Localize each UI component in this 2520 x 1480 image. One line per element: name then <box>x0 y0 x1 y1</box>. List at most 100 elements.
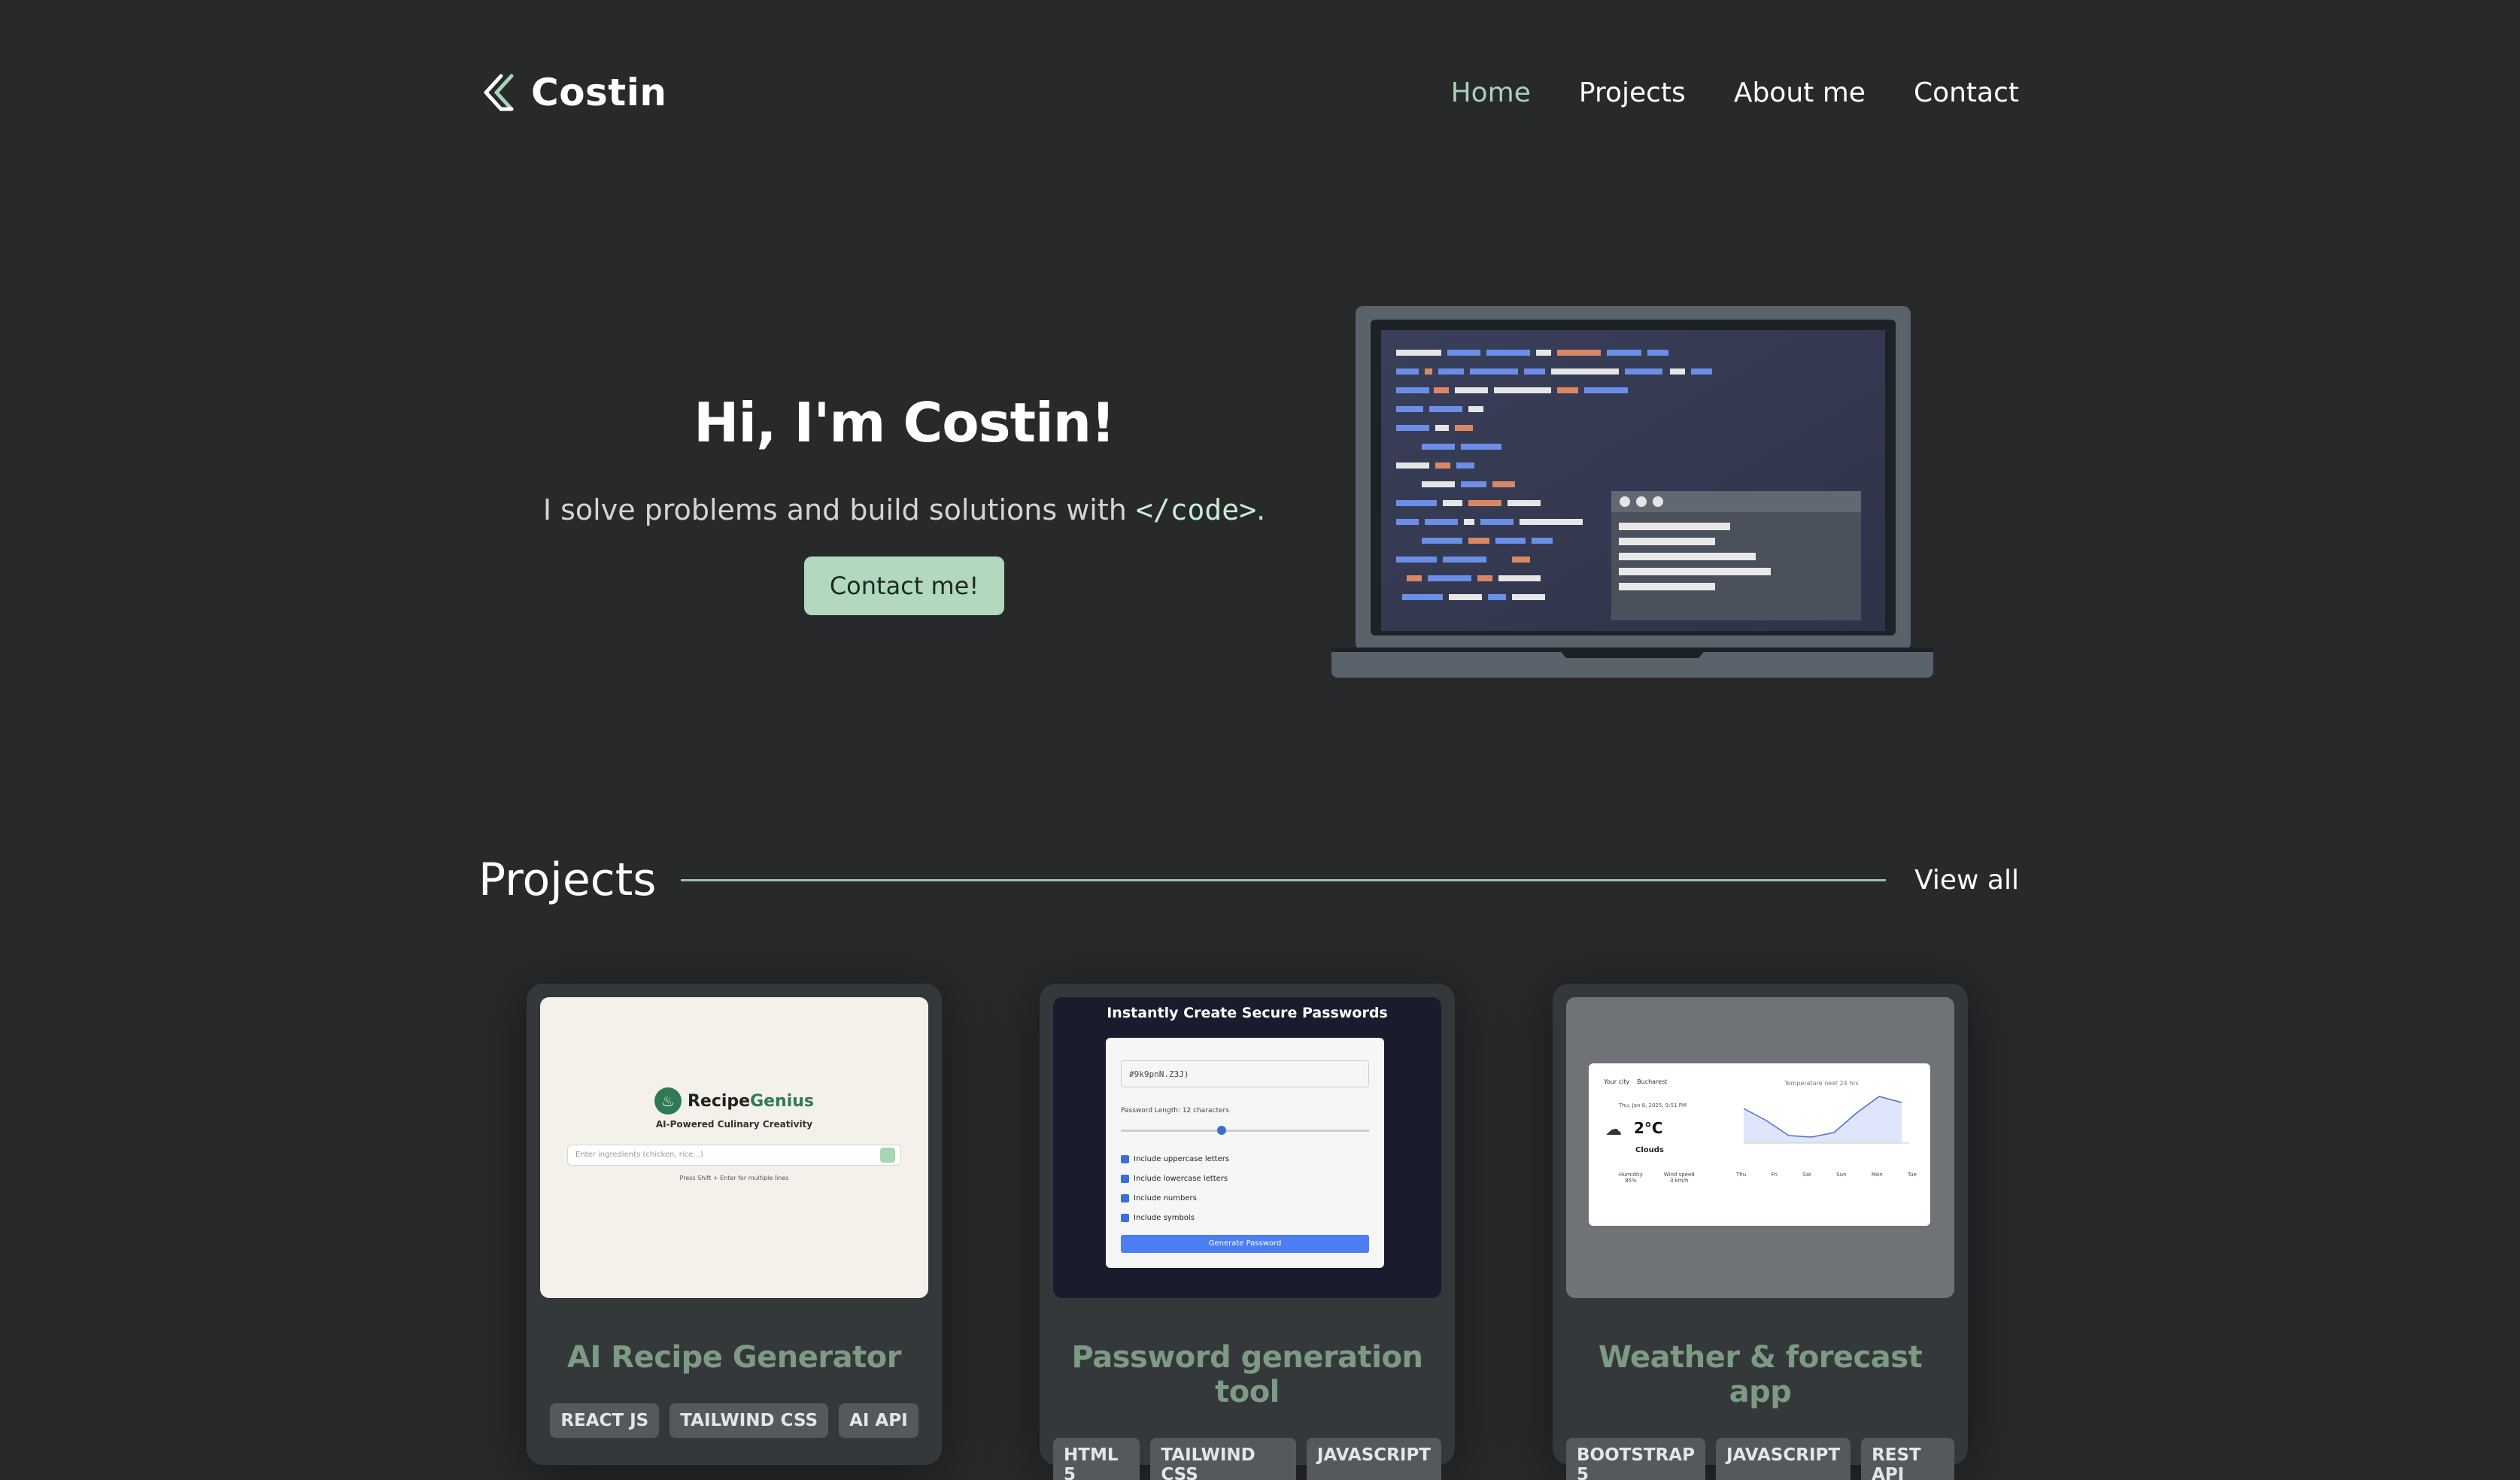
nav-projects[interactable]: Projects <box>1579 77 1686 108</box>
checkbox-icon <box>1121 1154 1129 1163</box>
project-thumbnail[interactable]: Your city Bucharest Thu, Jan 8, 2025, 9:5… <box>1566 997 1954 1298</box>
code-line-segment <box>1396 350 1441 356</box>
recipe-preview: ♨ RecipeGenius AI-Powered Culinary Creat… <box>540 997 928 1298</box>
project-thumbnail[interactable]: ♨ RecipeGenius AI-Powered Culinary Creat… <box>540 997 928 1298</box>
slider-knob <box>1217 1126 1226 1135</box>
tag: AI API <box>839 1403 918 1438</box>
code-line-segment <box>1396 500 1437 506</box>
password-panel: #9k9pnN.Z3J) Password Length: 12 charact… <box>1106 1038 1384 1268</box>
code-line-segment <box>1464 519 1474 525</box>
logo[interactable]: Costin <box>478 71 666 114</box>
option-row: Include numbers <box>1121 1188 1229 1208</box>
weather-preview: Your city Bucharest Thu, Jan 8, 2025, 9:5… <box>1566 997 1954 1298</box>
hero-subtitle: I solve problems and build solutions wit… <box>527 493 1282 526</box>
password-length-label: Password Length: 12 characters <box>1121 1107 1229 1115</box>
hero: Hi, I'm Costin! I solve problems and bui… <box>527 391 1282 615</box>
code-line-segment <box>1456 462 1474 469</box>
code-line-segment <box>1468 406 1483 412</box>
tag-list: REACT JS TAILWIND CSS AI API <box>540 1403 928 1438</box>
code-line-segment <box>1480 519 1514 525</box>
send-icon <box>880 1148 895 1163</box>
tag-list: BOOTSTRAP 5 JAVASCRIPT REST API <box>1566 1438 1954 1480</box>
project-cards: ♨ RecipeGenius AI-Powered Culinary Creat… <box>527 984 1971 1480</box>
weather-stats: Humidity 85% Wind speed 3 km/h <box>1619 1172 1695 1184</box>
code-line-segment <box>1422 538 1462 544</box>
tag: REACT JS <box>550 1403 660 1438</box>
tag: TAILWIND CSS <box>669 1403 829 1438</box>
contact-me-button[interactable]: Contact me! <box>803 557 1005 615</box>
code-line-segment <box>1512 594 1545 600</box>
project-card-weather[interactable]: Your city Bucharest Thu, Jan 8, 2025, 9:5… <box>1553 984 1968 1480</box>
code-line-segment <box>1447 350 1480 356</box>
generate-button-preview: Generate Password <box>1121 1235 1369 1253</box>
nav-about-me[interactable]: About me <box>1734 77 1866 108</box>
code-line-segment <box>1455 387 1488 393</box>
project-title[interactable]: AI Recipe Generator <box>540 1340 928 1375</box>
code-line-segment <box>1670 368 1685 375</box>
password-output: #9k9pnN.Z3J) <box>1121 1060 1369 1087</box>
chart-title: Temperature next 24 hrs <box>1784 1080 1859 1087</box>
code-line-segment <box>1524 368 1545 375</box>
temperature-chart <box>1743 1096 1909 1144</box>
code-line-segment <box>1551 368 1619 375</box>
option-row: Include lowercase letters <box>1121 1169 1229 1188</box>
chevron-code-logo-icon <box>484 74 514 111</box>
project-title[interactable]: Password generation tool <box>1053 1340 1441 1409</box>
code-line-segment <box>1396 425 1429 431</box>
cloud-icon: ☁ <box>1605 1121 1622 1139</box>
code-line-segment <box>1461 481 1486 487</box>
code-line-segment <box>1422 481 1455 487</box>
code-line-segment <box>1536 350 1551 356</box>
code-line-segment <box>1494 387 1551 393</box>
project-card-password[interactable]: Instantly Create Secure Passwords #9k9pn… <box>1040 984 1455 1480</box>
site-header: Costin Home Projects About me Contact <box>478 66 2019 119</box>
code-line-segment <box>1455 425 1473 431</box>
checkbox-icon <box>1121 1174 1129 1183</box>
code-line-segment <box>1477 575 1492 581</box>
length-slider <box>1121 1130 1369 1132</box>
tag: JAVASCRIPT <box>1306 1438 1441 1480</box>
nav-home[interactable]: Home <box>1451 77 1531 108</box>
code-line-segment <box>1520 519 1583 525</box>
code-line-segment <box>1468 500 1501 506</box>
weather-panel: Your city Bucharest Thu, Jan 8, 2025, 9:5… <box>1589 1063 1930 1226</box>
code-line-segment <box>1407 575 1422 581</box>
tag-list: HTML 5 TAILWIND CSS JAVASCRIPT <box>1053 1438 1441 1480</box>
weather-temp: 2°C <box>1634 1119 1663 1137</box>
code-line-segment <box>1495 538 1526 544</box>
weather-date: Thu, Jan 8, 2025, 9:51 PM <box>1619 1102 1687 1108</box>
project-card-recipe[interactable]: ♨ RecipeGenius AI-Powered Culinary Creat… <box>527 984 942 1465</box>
code-line-segment <box>1691 368 1712 375</box>
code-line-segment <box>1468 538 1489 544</box>
project-title[interactable]: Weather & forecast app <box>1566 1340 1954 1409</box>
nav-contact[interactable]: Contact <box>1914 77 2019 108</box>
code-line-segment <box>1443 500 1462 506</box>
forecast-days: Thu Fri Sat Sun Mon Tue <box>1736 1172 1917 1178</box>
code-line-segment <box>1429 406 1462 412</box>
code-line-segment <box>1492 481 1515 487</box>
main-nav: Home Projects About me Contact <box>1451 77 2019 108</box>
recipe-input: Enter ingredients (chicken, rice...) <box>567 1145 901 1166</box>
laptop-illustration <box>1331 306 1933 678</box>
code-line-segment <box>1512 557 1530 563</box>
code-line-segment <box>1435 425 1449 431</box>
code-line-segment <box>1434 387 1449 393</box>
code-line-segment <box>1422 444 1455 450</box>
code-line-segment <box>1488 594 1506 600</box>
code-line-segment <box>1396 462 1429 469</box>
weather-tabs: Your city Bucharest <box>1604 1078 1668 1085</box>
recipe-brand: RecipeGenius <box>687 1091 815 1111</box>
view-all-link[interactable]: View all <box>1914 865 2019 896</box>
password-heading: Instantly Create Secure Passwords <box>1107 1005 1388 1021</box>
code-line-segment <box>1396 519 1419 525</box>
hero-subtitle-end: . <box>1256 493 1266 526</box>
tag: JAVASCRIPT <box>1715 1438 1851 1480</box>
checkbox-icon <box>1121 1213 1129 1222</box>
code-line-segment <box>1532 538 1553 544</box>
project-thumbnail[interactable]: Instantly Create Secure Passwords #9k9pn… <box>1053 997 1441 1298</box>
section-divider <box>680 878 1887 881</box>
code-line-segment <box>1396 368 1419 375</box>
code-line-segment <box>1396 557 1437 563</box>
code-line-segment <box>1557 350 1601 356</box>
code-line-segment <box>1443 557 1486 563</box>
